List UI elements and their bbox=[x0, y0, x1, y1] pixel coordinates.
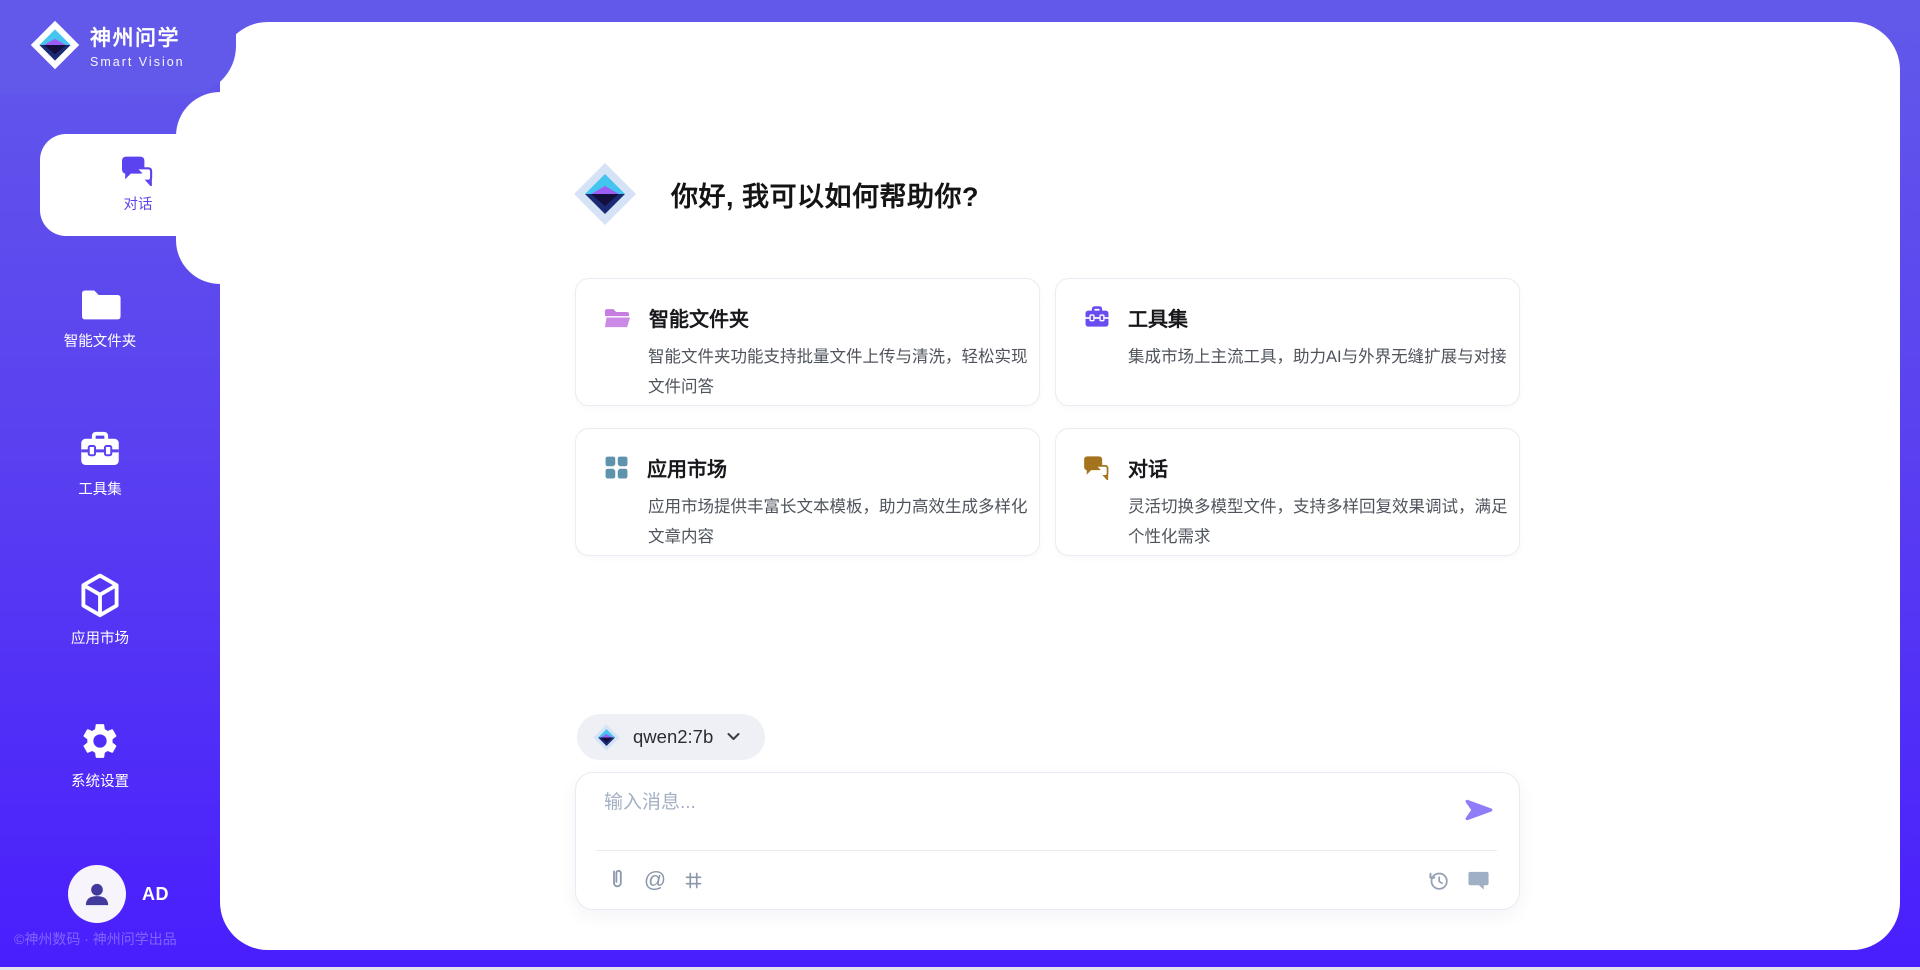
folder-icon bbox=[79, 286, 121, 322]
brand-diamond-icon bbox=[593, 724, 620, 751]
attachment-icon bbox=[606, 868, 628, 892]
attachment-button[interactable] bbox=[600, 863, 634, 897]
card-smart-folder[interactable]: 智能文件夹 智能文件夹功能支持批量文件上传与清洗，轻松实现文件问答 bbox=[575, 278, 1040, 406]
send-icon bbox=[1464, 796, 1494, 824]
gear-icon bbox=[79, 720, 121, 762]
cube-icon bbox=[79, 573, 121, 619]
sidebar-item-toolset[interactable]: 工具集 bbox=[40, 416, 160, 512]
chat-bubbles-icon bbox=[122, 156, 154, 186]
user-account[interactable]: AD bbox=[68, 865, 169, 923]
sidebar-item-chat[interactable]: 对话 bbox=[40, 134, 236, 236]
mention-icon: @ bbox=[644, 869, 666, 891]
card-title: 工具集 bbox=[1128, 303, 1188, 332]
sidebar-item-app-market[interactable]: 应用市场 bbox=[40, 562, 160, 658]
card-description: 应用市场提供丰富长文本模板，助力高效生成多样化文章内容 bbox=[648, 492, 1040, 552]
toolbox-icon bbox=[78, 430, 122, 470]
user-initials: AD bbox=[142, 884, 169, 905]
grid-icon bbox=[604, 455, 629, 480]
folder-open-icon bbox=[604, 306, 631, 330]
sidebar-item-label: 对话 bbox=[124, 193, 153, 214]
card-chat[interactable]: 对话 灵活切换多模型文件，支持多样回复效果调试，满足个性化需求 bbox=[1055, 428, 1520, 556]
copyright-text: ©神州数码 · 神州问学出品 bbox=[14, 929, 177, 949]
model-selector[interactable]: qwen2:7b bbox=[577, 714, 765, 760]
card-toolset[interactable]: 工具集 集成市场上主流工具，助力AI与外界无缝扩展与对接 bbox=[1055, 278, 1520, 406]
card-title: 应用市场 bbox=[647, 453, 727, 482]
chat-bubbles-icon bbox=[1084, 456, 1110, 480]
greeting-text: 你好, 我可以如何帮助你? bbox=[671, 175, 979, 214]
brand-diamond-icon bbox=[573, 162, 637, 226]
history-button[interactable] bbox=[1421, 863, 1455, 897]
sidebar-item-label: 智能文件夹 bbox=[64, 330, 137, 351]
send-button[interactable] bbox=[1461, 793, 1497, 827]
sidebar-item-smart-folder[interactable]: 智能文件夹 bbox=[40, 270, 160, 366]
message-input[interactable] bbox=[604, 787, 1464, 843]
mention-button[interactable]: @ bbox=[638, 863, 672, 897]
briefcase-icon bbox=[1084, 305, 1110, 330]
history-icon bbox=[1427, 869, 1450, 892]
sidebar-item-label: 应用市场 bbox=[71, 627, 129, 648]
message-composer: @ bbox=[575, 772, 1520, 910]
card-description: 智能文件夹功能支持批量文件上传与清洗，轻松实现文件问答 bbox=[648, 342, 1040, 402]
chevron-down-icon bbox=[726, 732, 741, 742]
card-title: 智能文件夹 bbox=[649, 303, 749, 332]
greeting-row: 你好, 我可以如何帮助你? bbox=[573, 162, 979, 226]
card-title: 对话 bbox=[1128, 453, 1168, 482]
brand-name: 神州问学 bbox=[90, 22, 185, 52]
card-description: 集成市场上主流工具，助力AI与外界无缝扩展与对接 bbox=[1128, 342, 1520, 372]
brand-subtitle: Smart Vision bbox=[90, 55, 185, 69]
sidebar-item-label: 工具集 bbox=[78, 478, 122, 499]
quick-reply-button[interactable] bbox=[1461, 863, 1495, 897]
card-app-market[interactable]: 应用市场 应用市场提供丰富长文本模板，助力高效生成多样化文章内容 bbox=[575, 428, 1040, 556]
quick-reply-icon bbox=[1467, 869, 1490, 891]
hashtag-icon bbox=[683, 870, 704, 891]
logo-area: 神州问学 Smart Vision bbox=[0, 0, 236, 94]
avatar bbox=[68, 865, 126, 923]
sidebar-item-label: 系统设置 bbox=[71, 770, 129, 791]
brand-diamond-icon bbox=[30, 20, 80, 70]
person-avatar-icon bbox=[80, 877, 114, 911]
model-name: qwen2:7b bbox=[633, 726, 713, 748]
sidebar-item-settings[interactable]: 系统设置 bbox=[40, 707, 160, 803]
card-description: 灵活切换多模型文件，支持多样回复效果调试，满足个性化需求 bbox=[1128, 492, 1520, 552]
hashtag-button[interactable] bbox=[676, 863, 710, 897]
